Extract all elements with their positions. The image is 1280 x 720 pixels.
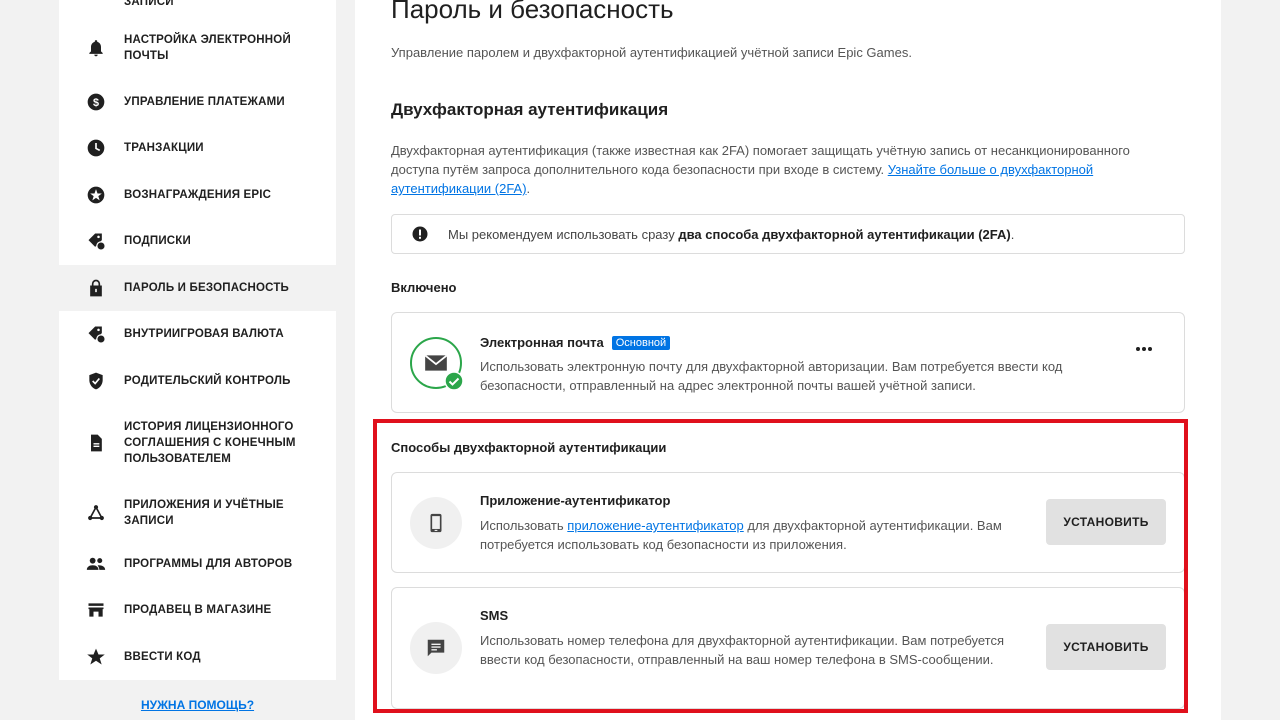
notice-prefix: Мы рекомендуем использовать сразу	[448, 226, 675, 242]
message-icon	[427, 639, 445, 657]
page: ЗАПИСИ Настройка электронной почты $ Упр…	[0, 0, 1280, 720]
twofa-section-title: Двухфакторная аутентификация	[391, 100, 669, 119]
sidebar-item-transactions[interactable]: Транзакции	[59, 125, 336, 171]
main-content: Пароль и безопасность Управление паролем…	[355, 0, 1221, 720]
enabled-label: Включено	[391, 280, 457, 295]
setup-authenticator-button[interactable]: Установить	[1046, 499, 1166, 545]
sms-desc: Использовать номер телефона для двухфакт…	[480, 633, 1004, 667]
sidebar-item-eula-history[interactable]: История лицензионного соглашения с конеч…	[59, 410, 336, 476]
sidebar-item-label: История лицензионного соглашения с конеч…	[124, 421, 296, 465]
sms-title: SMS	[480, 608, 509, 623]
twofa-description: Двухфакторная аутентификация (также изве…	[391, 143, 1130, 196]
svg-text:$: $	[93, 97, 99, 109]
methods-label: Способы двухфакторной аутентификации	[391, 440, 667, 455]
sidebar-item-cut[interactable]: ЗАПИСИ	[59, 0, 336, 8]
sidebar-item-creator-programs[interactable]: Программы для авторов	[59, 541, 336, 587]
store-icon	[85, 599, 107, 621]
tablet-icon-wrapper	[410, 497, 462, 549]
email-method-desc: Использовать электронную почту для двухф…	[480, 359, 1063, 393]
sidebar-item-label: Транзакции	[124, 142, 204, 154]
sidebar: ЗАПИСИ Настройка электронной почты $ Упр…	[59, 0, 336, 680]
email-icon-wrapper	[410, 337, 464, 391]
help-link[interactable]: Нужна помощь?	[59, 698, 336, 712]
sidebar-item-label: Продавец в магазине	[124, 604, 272, 616]
sidebar-item-label: Настройка электронной почты	[124, 34, 291, 62]
sidebar-item-payments[interactable]: $ Управление платежами	[59, 79, 336, 125]
sidebar-item-apps-accounts[interactable]: Приложения и учётные записи	[59, 490, 336, 536]
authenticator-desc: Использовать приложение-аутентификатор д…	[480, 518, 1002, 552]
more-options-button[interactable]	[1132, 339, 1156, 359]
sms-method-card: SMS Использовать номер телефона для двух…	[391, 587, 1185, 709]
exclamation-icon	[412, 226, 428, 242]
sidebar-item-label: Управление платежами	[124, 96, 285, 108]
sidebar-item-password-security[interactable]: Пароль и безопасность	[59, 265, 336, 311]
authenticator-title: Приложение-аутентификатор	[480, 493, 671, 508]
page-subtitle: Управление паролем и двухфакторной аутен…	[391, 45, 912, 60]
sidebar-item-label: Родительский контроль	[124, 375, 291, 387]
message-icon-wrapper	[410, 622, 462, 674]
connections-icon	[85, 502, 107, 524]
subscription-tag-icon	[85, 230, 107, 252]
sidebar-item-label: Внутриигровая валюта	[124, 328, 284, 340]
sidebar-item-label: Подписки	[124, 235, 191, 247]
sidebar-item-ingame-currency[interactable]: Внутриигровая валюта	[59, 311, 336, 357]
notice-text: Мы рекомендуем использовать сразу два сп…	[448, 226, 1015, 242]
sidebar-item-parental-controls[interactable]: Родительский контроль	[59, 358, 336, 404]
people-icon	[85, 553, 107, 575]
sidebar-item-redeem-code[interactable]: Ввести код	[59, 634, 336, 680]
authenticator-method-card: Приложение-аутентификатор Использовать п…	[391, 472, 1185, 573]
lock-icon	[85, 277, 107, 299]
page-title: Пароль и безопасность	[391, 0, 674, 24]
dollar-circle-icon: $	[85, 91, 107, 113]
sidebar-item-label: Программы для авторов	[124, 558, 293, 570]
currency-tag-icon	[85, 323, 107, 345]
sidebar-item-subscriptions[interactable]: Подписки	[59, 218, 336, 264]
setup-sms-button[interactable]: Установить	[1046, 624, 1166, 670]
sidebar-item-label: Приложения и учётные записи	[124, 499, 284, 527]
sidebar-item-label: Вознаграждения Epic	[124, 189, 272, 201]
bell-icon	[85, 37, 107, 59]
sidebar-item-epic-rewards[interactable]: Вознаграждения Epic	[59, 172, 336, 218]
recommendation-notice: Мы рекомендуем использовать сразу два сп…	[391, 214, 1185, 254]
shield-check-icon	[85, 370, 107, 392]
tablet-icon	[430, 513, 442, 533]
primary-badge: Основной	[611, 336, 671, 350]
star-icon	[85, 646, 107, 668]
check-circle-icon	[444, 371, 464, 391]
email-method-card: Электронная почта Основной Использовать э…	[391, 312, 1185, 413]
sidebar-item-email-settings[interactable]: Настройка электронной почты	[59, 24, 336, 72]
document-icon	[85, 432, 107, 454]
notice-bold: два способа двухфакторной аутентификации…	[678, 226, 1011, 242]
clock-icon	[85, 137, 107, 159]
authenticator-app-link[interactable]: приложение-аутентификатор	[567, 518, 743, 533]
rewards-icon	[85, 184, 107, 206]
email-method-title: Электронная почта Основной	[480, 335, 671, 350]
sidebar-item-label: Пароль и безопасность	[124, 282, 290, 294]
sidebar-item-store-seller[interactable]: Продавец в магазине	[59, 587, 336, 633]
sidebar-item-label: Ввести код	[124, 651, 201, 663]
